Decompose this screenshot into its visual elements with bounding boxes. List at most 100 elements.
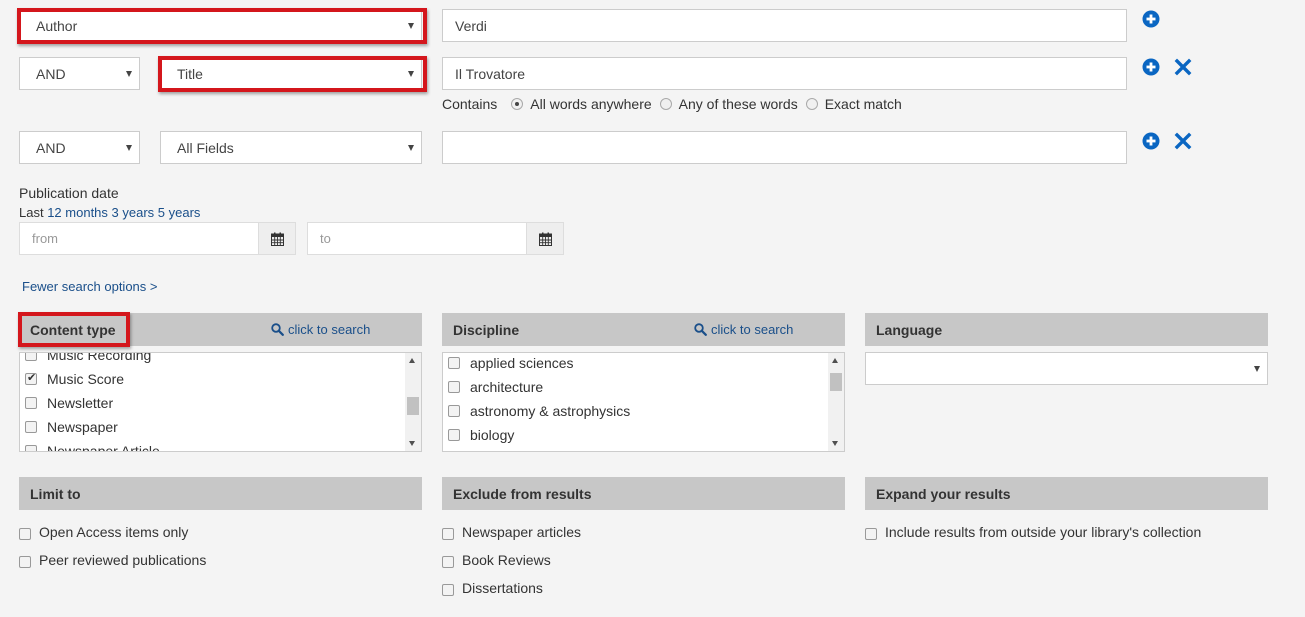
- field-select-2[interactable]: Title: [160, 58, 422, 89]
- exclude-dissertations-label[interactable]: Dissertations: [462, 580, 543, 596]
- radio-exact-match[interactable]: [805, 98, 818, 110]
- radio-all-words[interactable]: [511, 98, 524, 110]
- radio-exact-match-label[interactable]: Exact match: [825, 96, 902, 112]
- checkbox[interactable]: [25, 397, 37, 409]
- exclude-book-reviews-label[interactable]: Book Reviews: [462, 552, 551, 568]
- expand-outside-library[interactable]: Include results from outside your librar…: [865, 524, 1201, 540]
- field-select-3[interactable]: All Fields: [160, 131, 422, 164]
- remove-row-icon[interactable]: [1174, 132, 1192, 150]
- exclude-newspaper-articles-label[interactable]: Newspaper articles: [462, 524, 581, 540]
- scrollbar-thumb[interactable]: [830, 373, 842, 391]
- checkbox[interactable]: [25, 445, 37, 451]
- exclude-title: Exclude from results: [453, 485, 592, 502]
- list-item[interactable]: applied sciences: [448, 355, 574, 371]
- boolean-select-3[interactable]: AND: [19, 131, 140, 164]
- search-term-input-1[interactable]: Verdi: [442, 9, 1127, 42]
- limit-peer-reviewed-label[interactable]: Peer reviewed publications: [39, 552, 206, 568]
- field-select-1[interactable]: Author: [19, 10, 422, 41]
- checkbox[interactable]: [19, 528, 31, 540]
- language-header: Language: [865, 313, 1268, 346]
- chevron-down-icon: [408, 22, 414, 29]
- radio-any-words[interactable]: [659, 98, 672, 110]
- search-term-input-2[interactable]: Il Trovatore: [442, 57, 1127, 90]
- field-select-2-value: Title: [177, 65, 203, 82]
- discipline-list[interactable]: applied sciences architecture astronomy …: [442, 352, 845, 452]
- checkbox[interactable]: [442, 528, 454, 540]
- search-icon: [694, 323, 707, 336]
- scroll-down-icon[interactable]: [409, 441, 415, 446]
- last-3-years-link[interactable]: 3 years: [112, 205, 155, 220]
- search-term-input-3[interactable]: [442, 131, 1127, 164]
- fewer-search-options-link[interactable]: Fewer search options >: [22, 279, 157, 294]
- list-item[interactable]: Music Recording: [25, 352, 152, 363]
- scroll-up-icon[interactable]: [409, 358, 415, 363]
- list-item-label: Music Recording: [47, 352, 152, 363]
- list-item-label: applied sciences: [470, 355, 574, 371]
- add-row-icon[interactable]: [1142, 132, 1160, 150]
- scroll-down-icon[interactable]: [832, 441, 838, 446]
- list-item[interactable]: biology: [448, 427, 514, 443]
- list-item[interactable]: Newsletter: [25, 395, 113, 411]
- date-from-input[interactable]: from: [19, 222, 259, 255]
- radio-any-words-label[interactable]: Any of these words: [679, 96, 798, 112]
- calendar-to-icon[interactable]: [526, 222, 564, 255]
- language-select[interactable]: [865, 352, 1268, 385]
- content-type-title: Content type: [30, 321, 116, 338]
- expand-header: Expand your results: [865, 477, 1268, 510]
- remove-row-icon[interactable]: [1174, 58, 1192, 76]
- list-item-label: architecture: [470, 379, 544, 395]
- limit-open-access-label[interactable]: Open Access items only: [39, 524, 188, 540]
- radio-all-words-label[interactable]: All words anywhere: [530, 96, 651, 112]
- scrollbar-thumb[interactable]: [407, 397, 419, 415]
- list-item[interactable]: architecture: [448, 379, 543, 395]
- checkbox[interactable]: [19, 556, 31, 568]
- checkbox[interactable]: [442, 584, 454, 596]
- list-item[interactable]: Newspaper: [25, 419, 118, 435]
- calendar-from-icon[interactable]: [258, 222, 296, 255]
- add-row-icon[interactable]: [1142, 58, 1160, 76]
- chevron-down-icon: [126, 70, 132, 77]
- discipline-scrollbar[interactable]: [828, 353, 844, 451]
- checkbox[interactable]: [448, 405, 460, 417]
- exclude-book-reviews[interactable]: Book Reviews: [442, 552, 551, 568]
- checkbox[interactable]: [448, 381, 460, 393]
- last-label: Last: [19, 205, 44, 220]
- exclude-newspaper-articles[interactable]: Newspaper articles: [442, 524, 581, 540]
- checkbox[interactable]: [442, 556, 454, 568]
- list-item-label: Music Score: [47, 371, 125, 387]
- checkbox[interactable]: [448, 357, 460, 369]
- checkbox[interactable]: [25, 421, 37, 433]
- content-type-scrollbar[interactable]: [405, 353, 421, 451]
- list-item-label: Newspaper: [47, 419, 118, 435]
- checkbox[interactable]: [25, 371, 37, 385]
- exclude-dissertations[interactable]: Dissertations: [442, 580, 543, 596]
- content-type-search-link[interactable]: click to search: [271, 322, 370, 337]
- content-type-search-label[interactable]: click to search: [288, 322, 370, 337]
- checkbox[interactable]: [448, 429, 460, 441]
- search-term-1-value: Verdi: [455, 17, 487, 34]
- exclude-header: Exclude from results: [442, 477, 845, 510]
- expand-outside-library-label[interactable]: Include results from outside your librar…: [885, 524, 1201, 540]
- contains-label: Contains: [442, 96, 498, 112]
- limit-open-access[interactable]: Open Access items only: [19, 524, 188, 540]
- last-12-months-link[interactable]: 12 months: [47, 205, 108, 220]
- field-select-1-value: Author: [36, 17, 78, 34]
- checkbox[interactable]: [865, 528, 877, 540]
- chevron-down-icon: [126, 144, 132, 151]
- chevron-down-icon: [408, 70, 414, 77]
- date-to-input[interactable]: to: [307, 222, 527, 255]
- content-type-list[interactable]: Music Recording Music Score Newsletter N…: [19, 352, 422, 452]
- discipline-search-link[interactable]: click to search: [694, 322, 793, 337]
- checkbox[interactable]: [25, 353, 37, 361]
- limit-peer-reviewed[interactable]: Peer reviewed publications: [19, 552, 206, 568]
- discipline-search-label[interactable]: click to search: [711, 322, 793, 337]
- list-item[interactable]: Newspaper Article: [25, 443, 160, 451]
- list-item[interactable]: Music Score: [25, 371, 124, 387]
- search-term-2-value: Il Trovatore: [455, 65, 526, 82]
- contains-options: Contains All words anywhere Any of these…: [442, 96, 902, 112]
- add-row-icon[interactable]: [1142, 10, 1160, 28]
- boolean-select-2[interactable]: AND: [19, 57, 140, 90]
- scroll-up-icon[interactable]: [832, 358, 838, 363]
- list-item[interactable]: astronomy & astrophysics: [448, 403, 630, 419]
- last-5-years-link[interactable]: 5 years: [158, 205, 201, 220]
